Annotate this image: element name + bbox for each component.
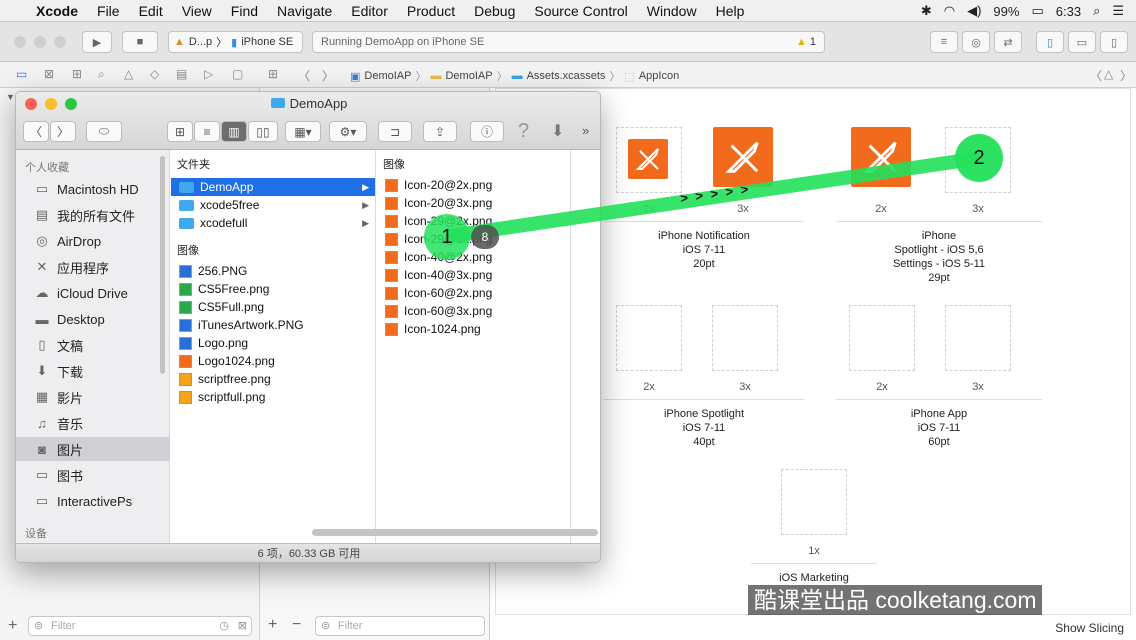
step-bubble-2: 2 xyxy=(955,134,1003,182)
drag-count-badge: 8 xyxy=(471,225,499,249)
watermark: 酷课堂出品 coolketang.com xyxy=(748,585,1043,615)
drag-path xyxy=(448,151,982,243)
step-bubble-1: 1 xyxy=(424,214,470,260)
